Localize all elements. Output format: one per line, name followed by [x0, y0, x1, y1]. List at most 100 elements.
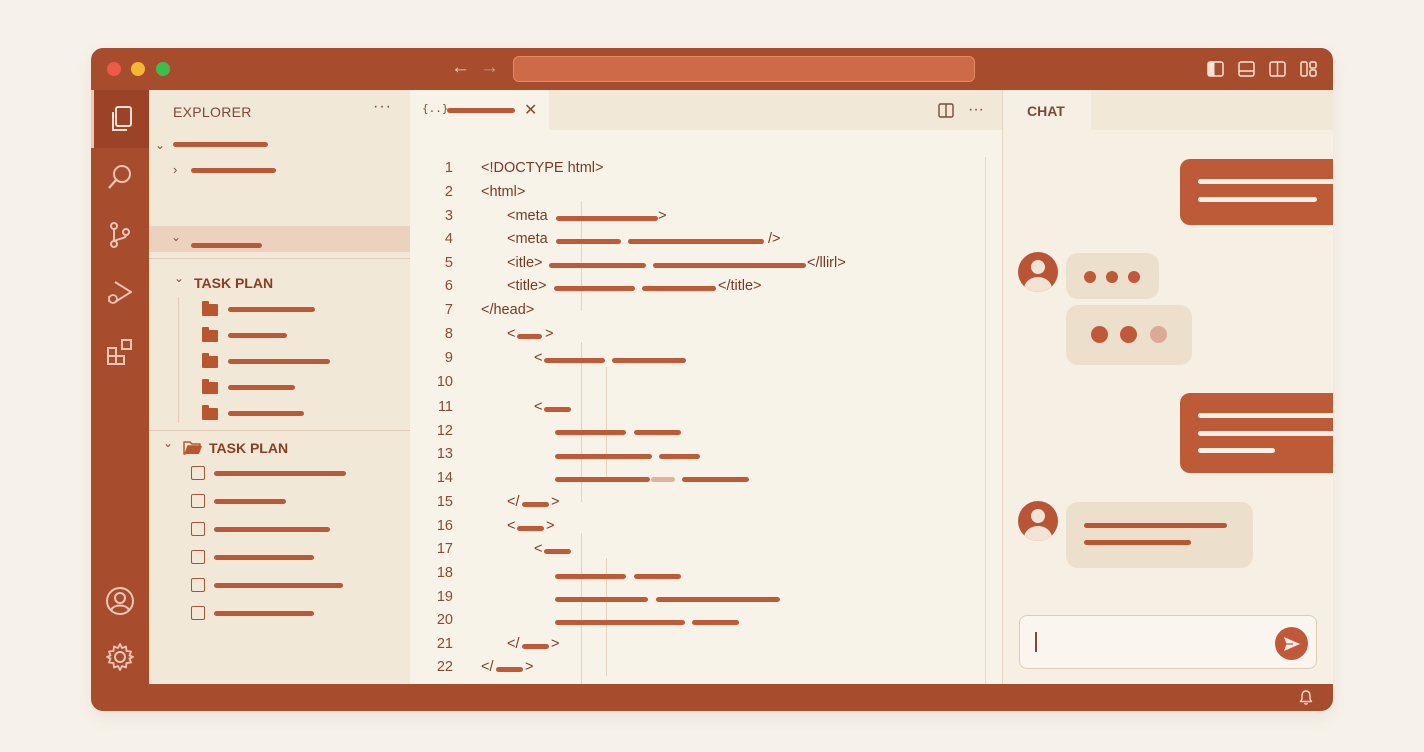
arrow-left-icon[interactable]: ←	[451, 57, 470, 79]
typing-dot	[1150, 326, 1167, 343]
code-line[interactable]: <meta	[507, 231, 548, 247]
code-token: >	[525, 659, 534, 675]
code-token	[496, 667, 523, 672]
code-token	[556, 216, 658, 221]
chat-panel: CHAT	[1002, 90, 1333, 684]
list-item[interactable]	[228, 307, 315, 312]
send-button[interactable]	[1275, 627, 1308, 660]
code-line[interactable]: <html>	[481, 184, 525, 200]
line-number: 20	[436, 612, 453, 628]
code-line[interactable]: </head>	[481, 302, 534, 318]
code-token	[544, 358, 605, 363]
code-line[interactable]: <title>	[507, 278, 547, 294]
list-item[interactable]	[228, 333, 287, 338]
settings-gear-icon[interactable]	[91, 628, 149, 686]
files-icon[interactable]	[91, 90, 149, 148]
panel-bottom-icon[interactable]	[1238, 61, 1255, 77]
send-icon	[1284, 637, 1300, 651]
run-debug-icon[interactable]	[91, 264, 149, 322]
tree-item-root[interactable]	[173, 142, 268, 147]
list-item[interactable]	[228, 411, 304, 416]
tree-guide	[178, 297, 179, 423]
source-control-icon[interactable]	[91, 206, 149, 264]
tree-item-selected-label	[191, 243, 262, 248]
task-item	[214, 471, 346, 476]
command-center-search[interactable]	[513, 56, 975, 82]
message-text-line	[1198, 431, 1333, 436]
folder-icon	[202, 327, 218, 342]
task-item	[214, 611, 314, 616]
explorer-title: EXPLORER	[173, 104, 252, 120]
chat-input[interactable]	[1019, 615, 1317, 669]
code-token: >	[545, 326, 554, 342]
chevron-down-icon[interactable]: ⌄	[163, 436, 173, 450]
code-token: >	[551, 636, 560, 652]
chevron-down-icon[interactable]: ⌄	[174, 271, 184, 285]
code-token: />	[768, 231, 781, 247]
task-plan-heading[interactable]: TASK PLAN	[209, 440, 288, 456]
minimize-window-button[interactable]	[131, 62, 145, 76]
code-token[interactable]: <	[507, 518, 515, 534]
sidebar-left-icon[interactable]	[1207, 61, 1224, 77]
code-token	[522, 644, 549, 649]
line-number: 21	[436, 636, 453, 652]
task-checkbox[interactable]	[191, 494, 205, 508]
close-window-button[interactable]	[107, 62, 121, 76]
editor-scrollbar[interactable]	[985, 157, 986, 684]
assistant-avatar	[1018, 252, 1058, 292]
list-item[interactable]	[228, 359, 330, 364]
chevron-down-icon[interactable]: ⌄	[171, 230, 181, 244]
code-line[interactable]: <meta	[507, 208, 548, 224]
task-checkbox[interactable]	[191, 578, 205, 592]
code-token[interactable]: </	[507, 636, 520, 652]
code-token	[549, 263, 646, 268]
code-token	[634, 574, 681, 579]
search-icon[interactable]	[91, 148, 149, 206]
explorer-more-actions-icon[interactable]: ···	[373, 98, 392, 116]
chevron-right-icon[interactable]: ›	[173, 162, 177, 177]
chevron-down-icon[interactable]: ⌄	[155, 138, 165, 152]
code-token[interactable]: <	[507, 326, 515, 342]
task-checkbox[interactable]	[191, 606, 205, 620]
chat-tab[interactable]: CHAT	[1003, 90, 1091, 130]
line-number: 14	[436, 470, 453, 486]
code-token[interactable]: <	[534, 541, 542, 557]
split-columns-icon[interactable]	[1269, 61, 1286, 77]
folder-icon	[202, 379, 218, 394]
tree-item-selected[interactable]	[149, 226, 410, 252]
split-editor-icon[interactable]	[938, 103, 954, 118]
task-checkbox[interactable]	[191, 466, 205, 480]
json-file-icon: {..}	[422, 102, 449, 115]
line-number: 9	[444, 350, 453, 366]
code-line[interactable]: <itle>	[507, 255, 542, 271]
notification-bell-icon[interactable]	[1299, 689, 1313, 706]
list-item[interactable]	[228, 385, 295, 390]
code-token[interactable]: </	[481, 659, 494, 675]
task-checkbox[interactable]	[191, 550, 205, 564]
code-token[interactable]: </	[507, 494, 520, 510]
task-checkbox[interactable]	[191, 522, 205, 536]
folder-icon	[202, 353, 218, 368]
code-line[interactable]: <!DOCTYPE html>	[481, 160, 603, 176]
editor-more-actions-icon[interactable]: ···	[968, 101, 984, 119]
extensions-icon[interactable]	[91, 322, 149, 380]
close-icon[interactable]: ✕	[524, 100, 537, 120]
code-token	[555, 430, 626, 435]
activity-bar	[91, 90, 149, 684]
code-token[interactable]: <	[534, 399, 542, 415]
line-number: 12	[436, 423, 453, 439]
account-icon[interactable]	[91, 572, 149, 630]
editor-tab-active[interactable]: {..} ✕	[410, 90, 549, 130]
code-token[interactable]: <	[534, 350, 542, 366]
message-text-line	[1198, 197, 1317, 202]
task-plan-heading[interactable]: TASK PLAN	[194, 275, 273, 291]
maximize-window-button[interactable]	[156, 62, 170, 76]
line-number: 5	[444, 255, 453, 271]
user-message-bubble	[1180, 393, 1333, 473]
tree-item-folder[interactable]	[191, 168, 276, 173]
code-token	[692, 620, 739, 625]
message-text-line	[1198, 179, 1333, 184]
chat-tab-strip: CHAT	[1003, 90, 1333, 130]
arrow-right-icon[interactable]: →	[480, 57, 499, 79]
grid-layout-icon[interactable]	[1300, 61, 1317, 77]
